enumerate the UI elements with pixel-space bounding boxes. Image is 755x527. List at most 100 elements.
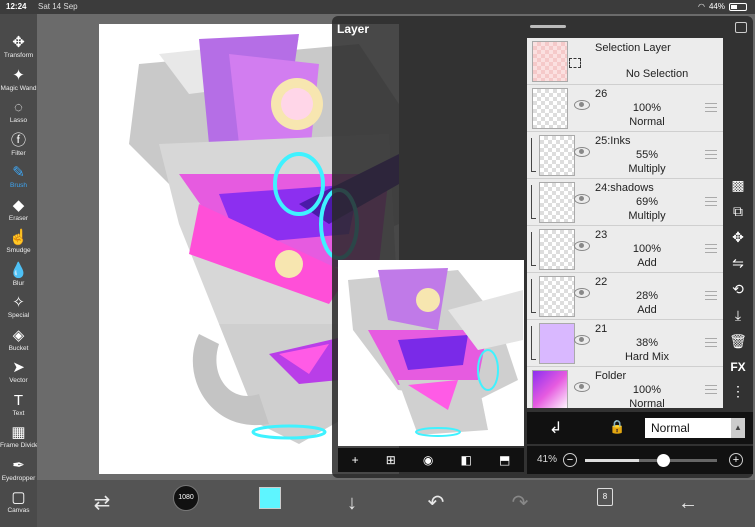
layer-thumbnail	[532, 88, 568, 129]
tool-eraser[interactable]: ◆ Eraser	[0, 197, 37, 227]
blend-bar: ↲ 🔒 Normal ▲	[527, 412, 753, 444]
opacity-slider[interactable]	[585, 454, 717, 467]
status-bar: 12:24 Sat 14 Sep ◠ 44%	[0, 0, 755, 14]
visibility-eye-icon[interactable]	[574, 194, 590, 204]
layer-row[interactable]: 26 100% Normal	[527, 85, 723, 132]
layer-row[interactable]: Folder 100% Normal	[527, 367, 723, 408]
eyedropper-icon: ✒	[12, 456, 25, 474]
tool-label: Lasso	[9, 117, 28, 124]
flip-horizontal-icon[interactable]: ◧	[461, 453, 472, 467]
layer-name: 22	[595, 276, 608, 288]
tool-smudge[interactable]: ☝ Smudge	[0, 229, 37, 259]
back-arrow-icon[interactable]: ←	[673, 488, 703, 518]
visibility-eye-icon[interactable]	[574, 335, 590, 345]
layer-side-tools: ▩ ⧉ ✥ ⇋ ⟲ ⤓ 🗑 FX ⋮	[724, 166, 752, 416]
tool-text[interactable]: T Text	[0, 392, 37, 422]
tool-filter[interactable]: ⓕ Filter	[0, 132, 37, 162]
fx-icon: ⓕ	[10, 131, 26, 149]
blend-mode-arrow-icon: ▲	[731, 418, 745, 438]
drag-handle-icon[interactable]	[705, 103, 717, 112]
layer-row[interactable]: 23 100% Add	[527, 226, 723, 273]
tool-transform[interactable]: ✥ Transform	[0, 34, 37, 64]
selection-layer-state: No Selection	[625, 68, 689, 80]
brush-switch-icon[interactable]: ⇄	[87, 488, 117, 518]
clipping-indicator	[531, 185, 536, 219]
checker-transparent-icon[interactable]: ▩	[724, 174, 752, 196]
layer-row[interactable]: 24:shadows 69% Multiply	[527, 179, 723, 226]
tool-magic-wand[interactable]: ✦ Magic Wand	[0, 67, 37, 97]
layer-list[interactable]: Selection Layer No Selection 26 100% Norma…	[527, 38, 723, 408]
tool-blur[interactable]: 💧 Blur	[0, 262, 37, 292]
blend-mode-select[interactable]: Normal ▲	[645, 418, 745, 438]
blend-mode-value: Normal	[651, 421, 690, 435]
layer-row[interactable]: 25:Inks 55% Multiply	[527, 132, 723, 179]
layer-blend: Multiply	[628, 163, 666, 175]
layer-panel: Layer + ⊞ ◉ ◧ ⬒ Selection Layer No Selec…	[332, 16, 753, 478]
flip-layer-icon[interactable]: ⇋	[724, 252, 752, 274]
layer-name: 23	[595, 229, 608, 241]
layer-fx-icon[interactable]: FX	[724, 356, 752, 378]
canvas-preview[interactable]	[338, 260, 524, 446]
merge-down-icon[interactable]: ⤓	[724, 304, 752, 326]
layer-opacity: 55%	[635, 149, 659, 161]
trash-icon[interactable]: 🗑	[724, 330, 752, 352]
lock-icon[interactable]: 🔒	[609, 419, 625, 435]
tool-label: Brush	[10, 182, 27, 189]
flip-vertical-icon[interactable]: ⬒	[499, 453, 510, 467]
magic-wand-icon: ✦	[12, 66, 25, 84]
layer-blend: Normal	[629, 116, 665, 128]
move-layer-icon[interactable]: ✥	[724, 226, 752, 248]
visibility-eye-icon[interactable]	[574, 382, 590, 392]
rotate-layer-icon[interactable]: ⟲	[724, 278, 752, 300]
brush-icon: ✎	[12, 164, 25, 181]
layer-row[interactable]: 21 38% Hard Mix	[527, 320, 723, 367]
tool-sidebar: ✥ Transform ✦ Magic Wand ◌ Lasso ⓕ Filter ✎ Brush…	[0, 14, 41, 527]
layer-thumbnail	[539, 276, 575, 317]
visibility-eye-icon[interactable]	[574, 100, 590, 110]
download-arrow-icon[interactable]: ↓	[337, 488, 367, 518]
camera-icon[interactable]: ◉	[423, 453, 433, 467]
layer-blend: Normal	[629, 398, 665, 408]
current-color-swatch[interactable]	[259, 487, 281, 509]
battery-icon	[729, 2, 747, 11]
opacity-decrease-button[interactable]: −	[563, 453, 577, 467]
tool-label: Magic Wand	[0, 84, 37, 92]
layer-row[interactable]: 22 28% Add	[527, 273, 723, 320]
drag-handle-icon[interactable]	[705, 197, 717, 206]
add-special-layer-icon[interactable]: ⊞	[386, 453, 396, 467]
tool-lasso[interactable]: ◌ Lasso	[0, 99, 37, 129]
visibility-eye-icon[interactable]	[574, 147, 590, 157]
tool-brush[interactable]: ✎ Brush	[0, 164, 37, 194]
drag-handle-icon[interactable]	[705, 385, 717, 394]
tool-label: Text	[12, 409, 25, 417]
clipping-indicator	[531, 232, 536, 266]
tool-vector[interactable]: ➤ Vector	[0, 359, 37, 389]
clipping-arrow-icon[interactable]: ↲	[549, 418, 562, 438]
drag-handle-icon[interactable]	[705, 150, 717, 159]
merge-icon[interactable]: ⧉	[724, 200, 752, 222]
visibility-eye-icon[interactable]	[574, 288, 590, 298]
tool-bucket[interactable]: ◈ Bucket	[0, 327, 37, 357]
window-mode-icon[interactable]	[735, 22, 747, 33]
tool-canvas[interactable]: ▢ Canvas	[0, 489, 37, 519]
opacity-slider-knob[interactable]	[656, 454, 670, 467]
tool-frame-divider[interactable]: ▦ Frame Divider	[0, 424, 41, 454]
tool-eyedropper[interactable]: ✒ Eyedropper	[0, 457, 37, 487]
layer-count-button[interactable]: 8	[597, 488, 613, 506]
undo-icon[interactable]: ↶	[421, 488, 451, 518]
brush-size-button[interactable]: 1080	[173, 485, 199, 511]
more-options-icon[interactable]: ⋮	[724, 380, 752, 402]
layer-name: 21	[595, 323, 608, 335]
opacity-increase-button[interactable]: +	[729, 453, 743, 467]
drag-handle-icon[interactable]	[705, 338, 717, 347]
clipping-indicator	[531, 138, 536, 172]
redo-icon[interactable]: ↷	[505, 488, 535, 518]
drag-handle-icon[interactable]	[705, 291, 717, 300]
panel-grab-handle[interactable]	[530, 25, 566, 28]
add-layer-icon[interactable]: +	[352, 453, 359, 467]
selection-layer-row[interactable]: Selection Layer No Selection	[527, 38, 723, 85]
drag-handle-icon[interactable]	[705, 244, 717, 253]
tool-special[interactable]: ✧ Special	[0, 294, 37, 324]
selection-layer-name: Selection Layer	[595, 42, 671, 54]
visibility-eye-icon[interactable]	[574, 241, 590, 251]
